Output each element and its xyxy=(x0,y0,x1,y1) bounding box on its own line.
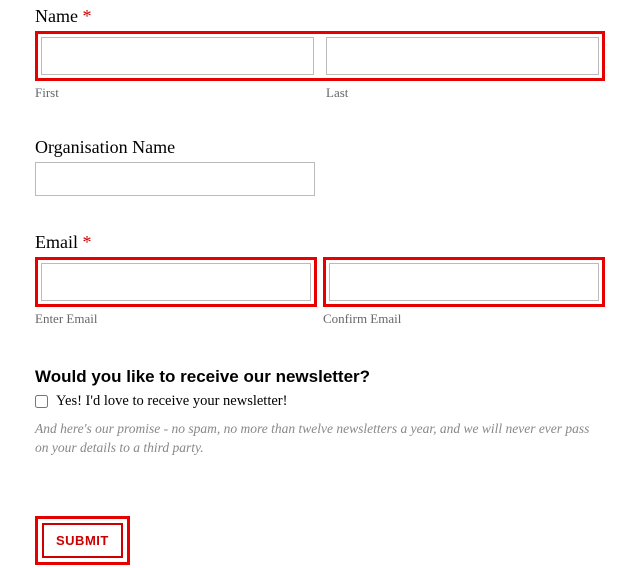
enter-email-sublabel: Enter Email xyxy=(35,311,317,327)
email-input-row: Enter Email Confirm Email xyxy=(35,257,605,327)
email-label: Email * xyxy=(35,232,605,253)
confirm-email-highlight xyxy=(323,257,605,307)
newsletter-checkbox-label: Yes! I'd love to receive your newsletter… xyxy=(56,393,287,410)
enter-email-input[interactable] xyxy=(41,263,311,301)
email-field-group: Email * Enter Email Confirm Email xyxy=(35,232,605,327)
last-name-input[interactable] xyxy=(326,37,599,75)
first-sublabel: First xyxy=(35,85,314,101)
confirm-email-col: Confirm Email xyxy=(323,257,605,327)
organisation-input[interactable] xyxy=(35,162,315,196)
enter-email-highlight xyxy=(35,257,317,307)
first-name-input[interactable] xyxy=(41,37,314,75)
name-highlight-box xyxy=(35,31,605,81)
first-sublabel-col: First xyxy=(35,81,314,101)
name-label: Name * xyxy=(35,6,605,27)
submit-highlight-box: SUBMIT xyxy=(35,516,130,565)
last-name-col xyxy=(326,37,599,75)
newsletter-field-group: Would you like to receive our newsletter… xyxy=(35,367,605,458)
name-required-marker: * xyxy=(82,6,91,26)
name-input-row xyxy=(41,37,599,75)
newsletter-checkbox[interactable] xyxy=(35,395,48,408)
first-name-col xyxy=(41,37,314,75)
enter-email-col: Enter Email xyxy=(35,257,317,327)
submit-button[interactable]: SUBMIT xyxy=(42,523,123,558)
last-sublabel: Last xyxy=(326,85,605,101)
name-sublabel-row: First Last xyxy=(35,81,605,101)
name-field-group: Name * First Last xyxy=(35,6,605,101)
email-label-text: Email xyxy=(35,232,78,252)
confirm-email-sublabel: Confirm Email xyxy=(323,311,605,327)
newsletter-promise-text: And here's our promise - no spam, no mor… xyxy=(35,420,605,458)
organisation-field-group: Organisation Name xyxy=(35,137,605,196)
confirm-email-input[interactable] xyxy=(329,263,599,301)
name-label-text: Name xyxy=(35,6,78,26)
newsletter-question: Would you like to receive our newsletter… xyxy=(35,367,605,387)
organisation-label: Organisation Name xyxy=(35,137,605,158)
last-sublabel-col: Last xyxy=(326,81,605,101)
newsletter-checkbox-row: Yes! I'd love to receive your newsletter… xyxy=(35,393,605,410)
email-required-marker: * xyxy=(83,232,92,252)
